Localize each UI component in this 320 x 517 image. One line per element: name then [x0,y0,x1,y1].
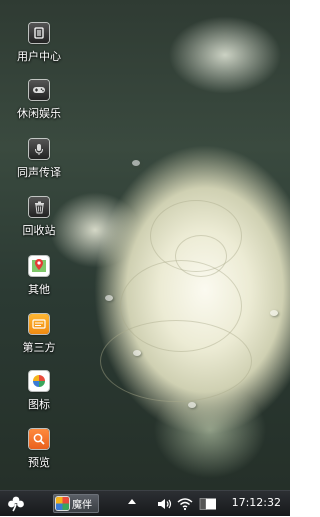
water-drop [132,160,140,166]
desktop-icon-label: 图标 [28,398,50,411]
show-hidden-icon[interactable] [128,499,136,504]
desktop-icon-recycle-bin[interactable]: 回收站 [12,197,66,249]
water-drop [133,350,141,356]
water-drop [270,310,278,316]
desktop-icon-interpretation[interactable]: 同声传译 [12,139,66,191]
recycle-bin-icon [29,197,49,217]
microphone-icon [29,139,49,159]
colorful-grid-icon [29,371,49,391]
desktop-icon-other[interactable]: 其他 [12,256,66,308]
preview-icon [29,429,49,449]
volume-icon[interactable] [157,496,173,515]
wifi-icon[interactable] [177,496,193,515]
desktop-icon-label: 第三方 [22,341,56,354]
petal-contour [100,320,252,402]
desktop-icon-user-center[interactable]: 用户中心 [12,23,66,75]
app-icon [56,497,69,510]
taskbar-app-label: 魔伴 [72,500,92,511]
clock-time[interactable]: 17:12:32 [232,496,281,509]
user-center-icon [29,23,49,43]
water-drop [188,402,196,408]
clover-icon [8,496,24,512]
taskbar: 魔伴 17:12:32 [0,490,290,516]
desktop-icon-icons[interactable]: 图标 [12,371,66,423]
desktop-icon-label: 回收站 [22,224,56,237]
desktop-icon-leisure[interactable]: 休闲娱乐 [12,80,66,132]
desktop-icon-third-party[interactable]: 第三方 [12,314,66,366]
desktop-icon-label: 同声传译 [17,166,61,179]
desktop-icon-label: 休闲娱乐 [17,107,61,120]
desktop-icon-label: 预览 [28,456,50,469]
battery-icon[interactable] [199,496,219,515]
gamepad-icon [29,80,49,100]
third-party-icon [29,314,49,334]
start-button[interactable] [6,495,26,513]
desktop-icon-label: 其他 [28,283,50,296]
desktop-icon-preview[interactable]: 预览 [12,429,66,481]
map-pin-icon [29,256,49,276]
taskbar-app-moban[interactable]: 魔伴 [53,494,99,513]
desktop-icon-label: 用户中心 [17,50,61,63]
water-drop [105,295,113,301]
